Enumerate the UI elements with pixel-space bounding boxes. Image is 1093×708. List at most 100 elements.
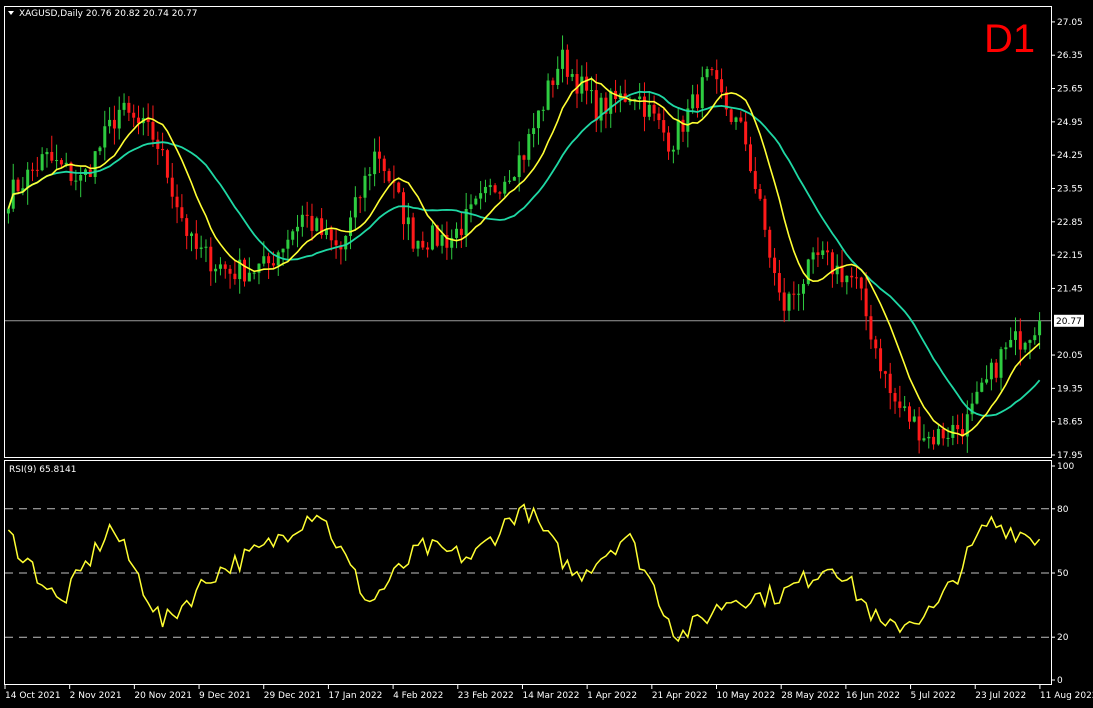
- candle[interactable]: [546, 73, 550, 111]
- candle[interactable]: [734, 116, 738, 130]
- candle[interactable]: [575, 59, 579, 109]
- candle[interactable]: [777, 259, 781, 301]
- candle[interactable]: [320, 208, 324, 239]
- candle[interactable]: [6, 208, 10, 224]
- candle[interactable]: [84, 168, 88, 182]
- candle[interactable]: [715, 59, 719, 94]
- candle[interactable]: [257, 263, 261, 285]
- candle[interactable]: [170, 162, 174, 209]
- candle[interactable]: [300, 205, 304, 237]
- candle[interactable]: [638, 83, 642, 110]
- candle[interactable]: [455, 222, 459, 249]
- candle[interactable]: [951, 415, 955, 446]
- candle[interactable]: [830, 249, 834, 288]
- candle[interactable]: [642, 82, 646, 132]
- candle[interactable]: [748, 136, 752, 173]
- triangle-down-icon[interactable]: [8, 11, 14, 15]
- candle[interactable]: [411, 212, 415, 252]
- candle[interactable]: [382, 155, 386, 184]
- candle[interactable]: [373, 138, 377, 187]
- candle[interactable]: [806, 258, 810, 286]
- candle[interactable]: [676, 106, 680, 155]
- candle[interactable]: [430, 221, 434, 251]
- candle[interactable]: [108, 107, 112, 134]
- candle[interactable]: [782, 278, 786, 323]
- candle[interactable]: [117, 96, 121, 140]
- candle[interactable]: [744, 110, 748, 152]
- candle[interactable]: [377, 136, 381, 173]
- candle[interactable]: [199, 235, 203, 258]
- candle[interactable]: [652, 95, 656, 122]
- candle[interactable]: [729, 107, 733, 125]
- candle[interactable]: [903, 395, 907, 412]
- candle[interactable]: [859, 276, 863, 301]
- candle[interactable]: [888, 362, 892, 410]
- candle[interactable]: [11, 163, 15, 212]
- candle[interactable]: [527, 128, 531, 167]
- candle[interactable]: [493, 183, 497, 194]
- candle[interactable]: [845, 275, 849, 295]
- candle[interactable]: [1018, 318, 1022, 366]
- candle[interactable]: [358, 195, 362, 214]
- candle[interactable]: [310, 203, 314, 241]
- candle[interactable]: [536, 110, 540, 145]
- candle[interactable]: [479, 181, 483, 210]
- candle[interactable]: [1004, 342, 1008, 360]
- candle[interactable]: [763, 195, 767, 238]
- candle[interactable]: [1033, 327, 1037, 345]
- candle[interactable]: [657, 107, 661, 130]
- candle[interactable]: [1023, 341, 1027, 353]
- candle[interactable]: [450, 229, 454, 260]
- candle[interactable]: [88, 164, 92, 178]
- candle[interactable]: [1009, 327, 1013, 348]
- candle[interactable]: [464, 192, 468, 247]
- candle[interactable]: [975, 381, 979, 405]
- candle[interactable]: [787, 291, 791, 322]
- candle[interactable]: [363, 167, 367, 212]
- candle[interactable]: [893, 387, 897, 414]
- candle[interactable]: [103, 110, 107, 161]
- candle[interactable]: [869, 304, 873, 349]
- candle[interactable]: [801, 279, 805, 311]
- candle[interactable]: [710, 67, 714, 76]
- candle[interactable]: [989, 358, 993, 391]
- candle[interactable]: [474, 195, 478, 206]
- candle[interactable]: [50, 135, 54, 164]
- candle[interactable]: [16, 177, 20, 195]
- candle[interactable]: [1013, 317, 1017, 356]
- candle[interactable]: [397, 181, 401, 194]
- candle[interactable]: [228, 265, 232, 289]
- candle[interactable]: [879, 338, 883, 379]
- candle[interactable]: [146, 103, 150, 137]
- candle[interactable]: [291, 229, 295, 246]
- candle[interactable]: [469, 194, 473, 223]
- candle[interactable]: [556, 56, 560, 90]
- candle[interactable]: [994, 358, 998, 383]
- candle[interactable]: [917, 407, 921, 454]
- candle[interactable]: [132, 104, 136, 128]
- candle[interactable]: [647, 91, 651, 121]
- candle[interactable]: [565, 44, 569, 85]
- candle[interactable]: [122, 93, 126, 116]
- candle[interactable]: [811, 247, 815, 274]
- candle[interactable]: [45, 148, 49, 168]
- candle[interactable]: [55, 144, 59, 170]
- candle[interactable]: [214, 264, 218, 283]
- candle[interactable]: [445, 221, 449, 260]
- candle[interactable]: [339, 241, 343, 265]
- candle[interactable]: [209, 237, 213, 286]
- candle[interactable]: [218, 257, 222, 276]
- candle[interactable]: [985, 365, 989, 385]
- candle[interactable]: [980, 377, 984, 393]
- candle[interactable]: [681, 115, 685, 142]
- candle[interactable]: [821, 241, 825, 259]
- candle[interactable]: [907, 402, 911, 430]
- candle[interactable]: [127, 96, 131, 122]
- candle[interactable]: [40, 147, 44, 172]
- candle[interactable]: [156, 131, 160, 165]
- candle[interactable]: [797, 284, 801, 311]
- candle[interactable]: [402, 187, 406, 240]
- candle[interactable]: [522, 154, 526, 173]
- candle[interactable]: [204, 239, 208, 263]
- candle[interactable]: [426, 242, 430, 258]
